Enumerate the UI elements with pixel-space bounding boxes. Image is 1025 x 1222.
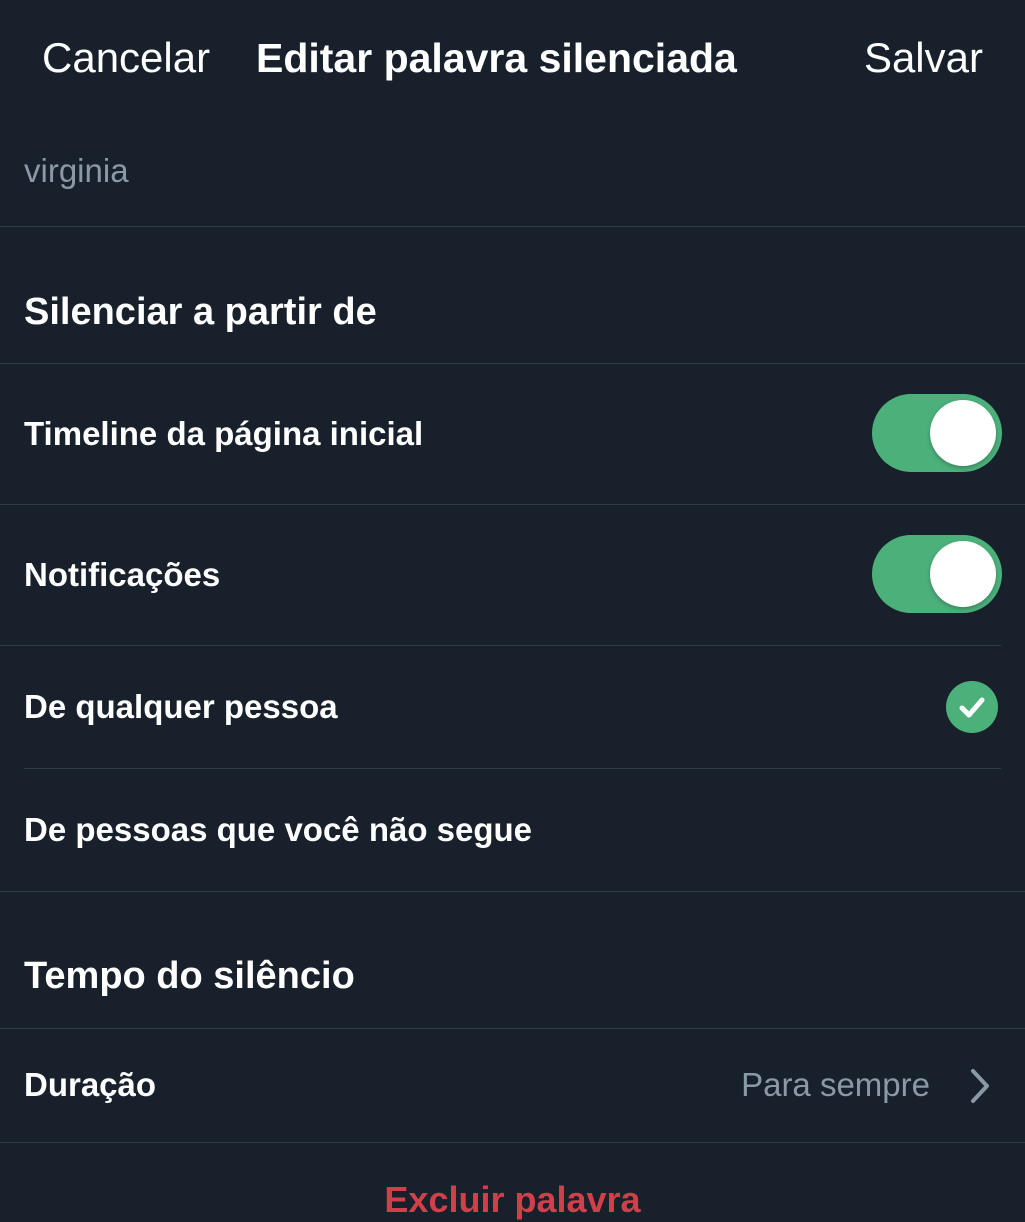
option-from-anyone-label: De qualquer pessoa [24,688,338,725]
check-icon [946,681,998,733]
divider [0,1142,1025,1143]
duration-label: Duração [24,1066,157,1103]
duration-value: Para sempre [741,1066,930,1103]
save-button[interactable]: Salvar [864,30,983,86]
notifications-toggle[interactable] [872,535,1002,613]
edit-muted-word-screen: Cancelar Editar palavra silenciada Salva… [0,0,1025,1220]
delete-word-button[interactable]: Excluir palavra [0,1178,1025,1222]
cancel-button[interactable]: Cancelar [42,30,210,86]
mute-duration-heading: Tempo do silêncio [24,955,355,997]
toggle-knob [930,541,996,607]
option-from-non-followers-label: De pessoas que você não segue [24,811,533,848]
muted-word-input[interactable] [24,146,994,196]
divider [0,891,1025,892]
header-bar: Cancelar Editar palavra silenciada Salva… [0,0,1025,118]
divider [0,504,1025,505]
divider [0,226,1025,227]
divider [0,363,1025,364]
page-title: Editar palavra silenciada [256,35,737,81]
notifications-label: Notificações [24,556,221,593]
home-timeline-toggle[interactable] [872,394,1002,472]
chevron-right-icon [966,1066,994,1106]
mute-from-heading: Silenciar a partir de [24,291,377,333]
toggle-knob [930,400,996,466]
home-timeline-label: Timeline da página inicial [24,415,424,452]
